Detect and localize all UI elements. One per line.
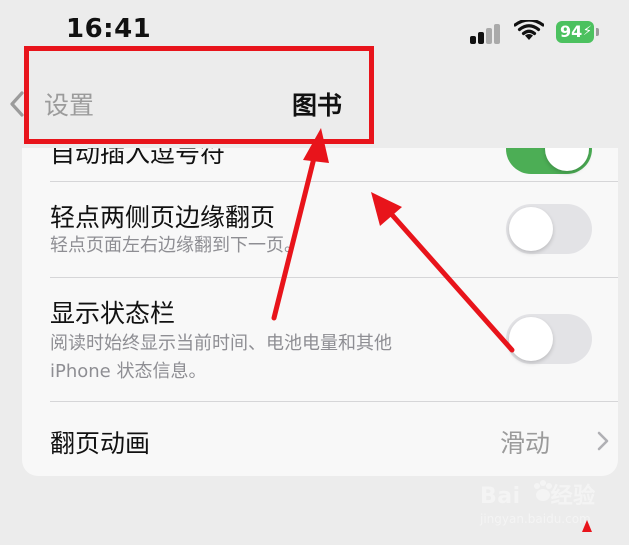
annotation-arrows — [271, 128, 592, 532]
